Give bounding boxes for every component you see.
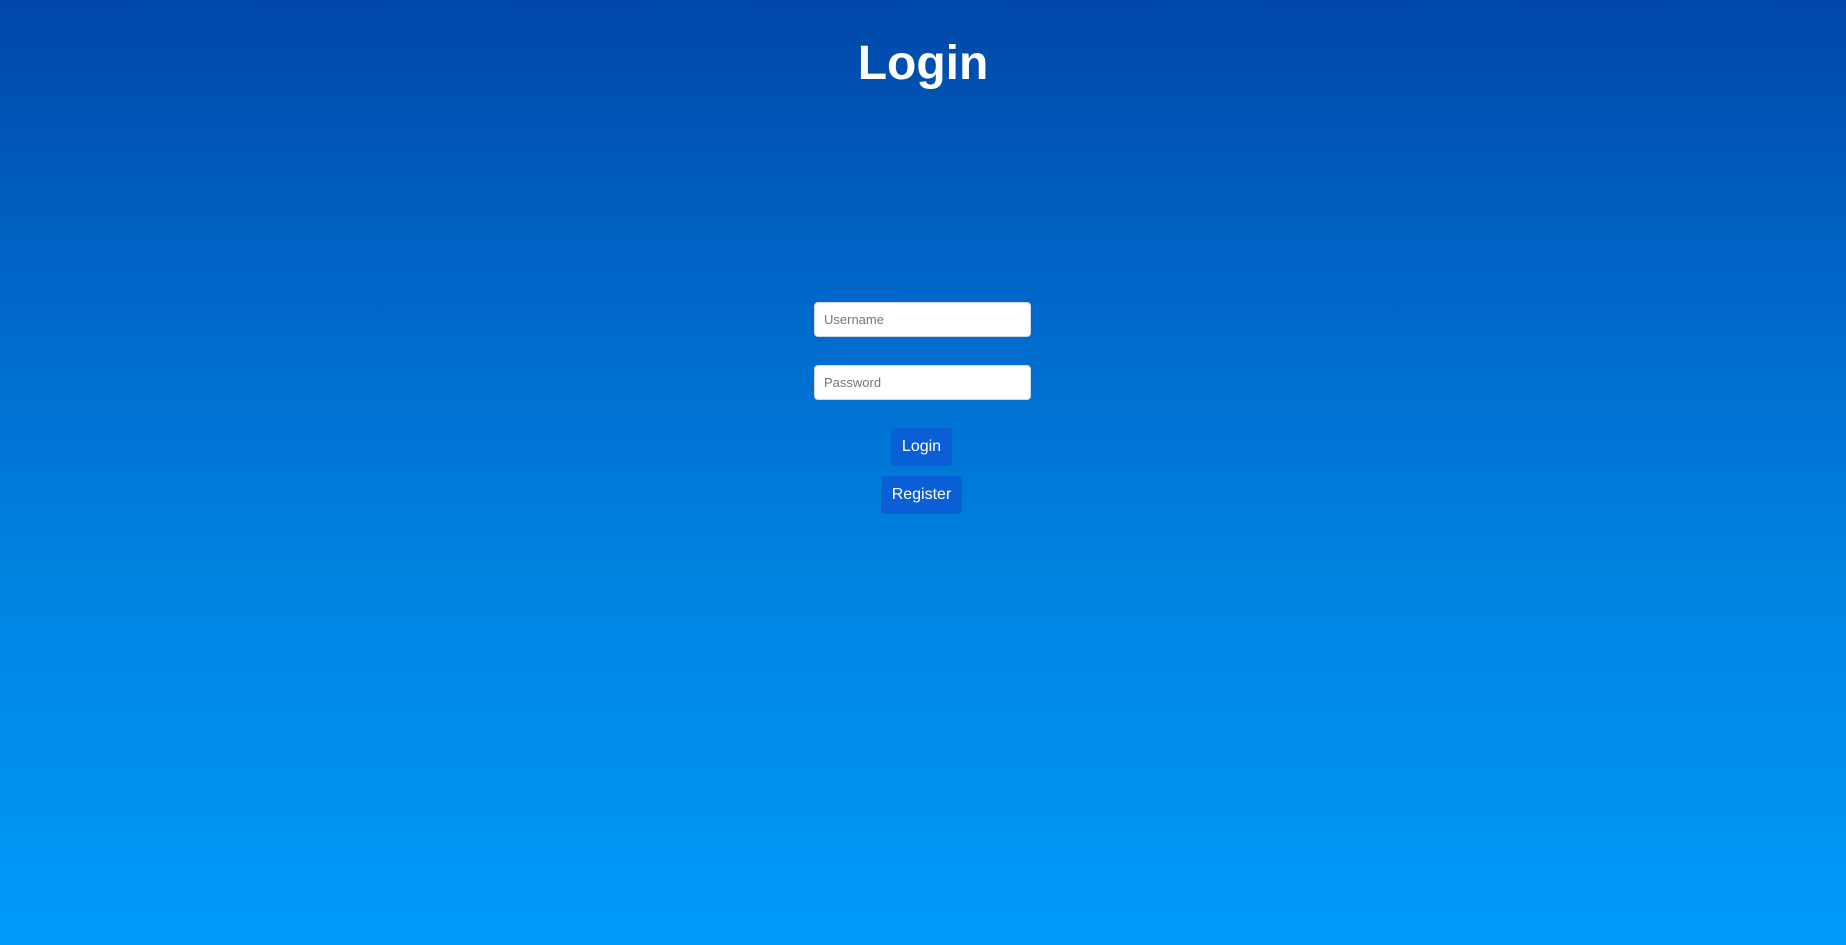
login-button[interactable]: Login bbox=[891, 428, 952, 466]
register-button[interactable]: Register bbox=[881, 476, 962, 514]
password-input[interactable] bbox=[814, 365, 1031, 400]
username-input[interactable] bbox=[814, 302, 1031, 337]
page-title: Login bbox=[857, 37, 989, 90]
